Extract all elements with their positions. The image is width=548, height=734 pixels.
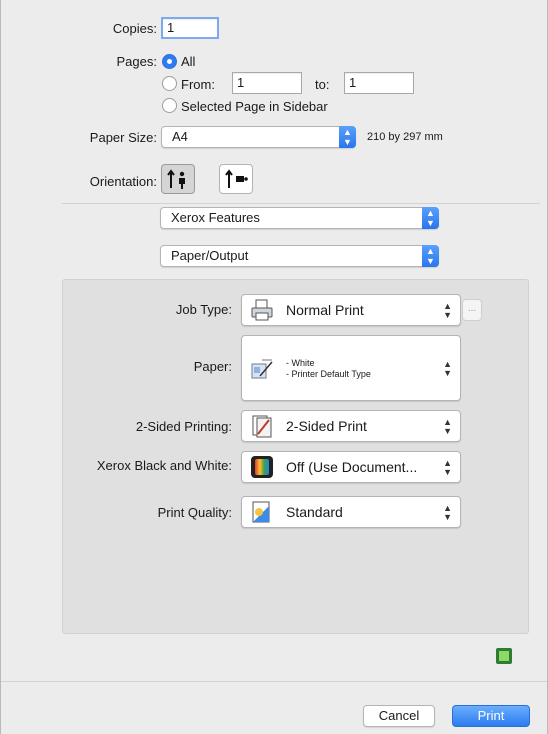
window-border-left xyxy=(0,0,1,734)
section-popup[interactable]: Xerox Features ▲ ▼ xyxy=(160,207,439,229)
two-sided-popup[interactable]: 2-Sided Print ▲ ▼ xyxy=(241,410,461,442)
chevron-updown-icon: ▲ ▼ xyxy=(443,503,452,522)
paper-detail-line1: - White xyxy=(286,358,315,368)
pages-to-label: to: xyxy=(315,77,330,92)
printer-icon xyxy=(251,299,273,321)
paper-dimensions: 210 by 297 mm xyxy=(367,131,443,143)
black-white-label: Xerox Black and White: xyxy=(96,458,232,473)
chevron-updown-icon: ▲ ▼ xyxy=(443,417,452,436)
chevron-updown-icon: ▲ ▼ xyxy=(443,301,452,320)
print-button[interactable]: Print xyxy=(452,705,530,727)
two-sided-page-icon xyxy=(252,415,272,438)
job-type-popup[interactable]: Normal Print ▲ ▼ xyxy=(241,294,461,326)
job-type-label: Job Type: xyxy=(175,302,232,317)
pages-all-radio[interactable] xyxy=(162,54,177,69)
footer-separator xyxy=(1,681,547,682)
paper-tray-icon xyxy=(251,359,273,379)
job-type-value: Normal Print xyxy=(286,302,364,318)
job-type-more-button[interactable]: ... xyxy=(462,299,482,321)
print-quality-label: Print Quality: xyxy=(157,505,232,520)
pages-from-radio[interactable] xyxy=(162,76,177,91)
pages-sidebar-label: Selected Page in Sidebar xyxy=(181,99,328,114)
subsection-popup-value: Paper/Output xyxy=(171,248,249,263)
cancel-button[interactable]: Cancel xyxy=(363,705,435,727)
chevron-updown-icon: ▲ ▼ xyxy=(443,359,452,378)
paper-size-label: Paper Size: xyxy=(89,130,157,145)
separator xyxy=(62,203,540,204)
print-quality-popup[interactable]: Standard ▲ ▼ xyxy=(241,496,461,528)
pages-to-field[interactable]: 1 xyxy=(344,72,414,94)
landscape-orientation-icon xyxy=(225,169,248,188)
chevron-updown-icon: ▲ ▼ xyxy=(422,245,439,267)
paper-label: Paper: xyxy=(193,359,232,374)
pages-from-field[interactable]: 1 xyxy=(232,72,302,94)
paper-popup[interactable]: - White - Printer Default Type ▲ ▼ xyxy=(241,335,461,401)
color-swatch-icon xyxy=(251,456,273,478)
pages-sidebar-radio[interactable] xyxy=(162,98,177,113)
paper-size-value: A4 xyxy=(172,129,188,144)
printer-status-icon[interactable] xyxy=(495,647,513,665)
pages-label: Pages: xyxy=(116,54,157,69)
copies-field[interactable]: 1 xyxy=(161,17,219,39)
chevron-updown-icon: ▲ ▼ xyxy=(443,458,452,477)
two-sided-label: 2-Sided Printing: xyxy=(135,419,232,434)
paper-detail-line2: - Printer Default Type xyxy=(286,369,371,379)
black-white-popup[interactable]: Off (Use Document... ▲ ▼ xyxy=(241,451,461,483)
pages-all-label: All xyxy=(181,54,196,69)
chevron-updown-icon: ▲ ▼ xyxy=(339,126,356,148)
chevron-updown-icon: ▲ ▼ xyxy=(422,207,439,229)
portrait-orientation-icon xyxy=(167,169,185,189)
paper-size-popup[interactable]: A4 ▲ ▼ xyxy=(161,126,356,148)
copies-label: Copies: xyxy=(112,21,157,36)
orientation-portrait-button[interactable] xyxy=(161,164,195,194)
orientation-landscape-button[interactable] xyxy=(219,164,253,194)
pages-from-label: From: xyxy=(181,77,215,92)
print-quality-value: Standard xyxy=(286,504,343,520)
orientation-label: Orientation: xyxy=(89,174,157,189)
two-sided-value: 2-Sided Print xyxy=(286,418,367,434)
black-white-value: Off (Use Document... xyxy=(286,459,418,475)
subsection-popup[interactable]: Paper/Output ▲ ▼ xyxy=(160,245,439,267)
section-popup-value: Xerox Features xyxy=(171,210,260,225)
print-quality-icon xyxy=(252,501,270,523)
